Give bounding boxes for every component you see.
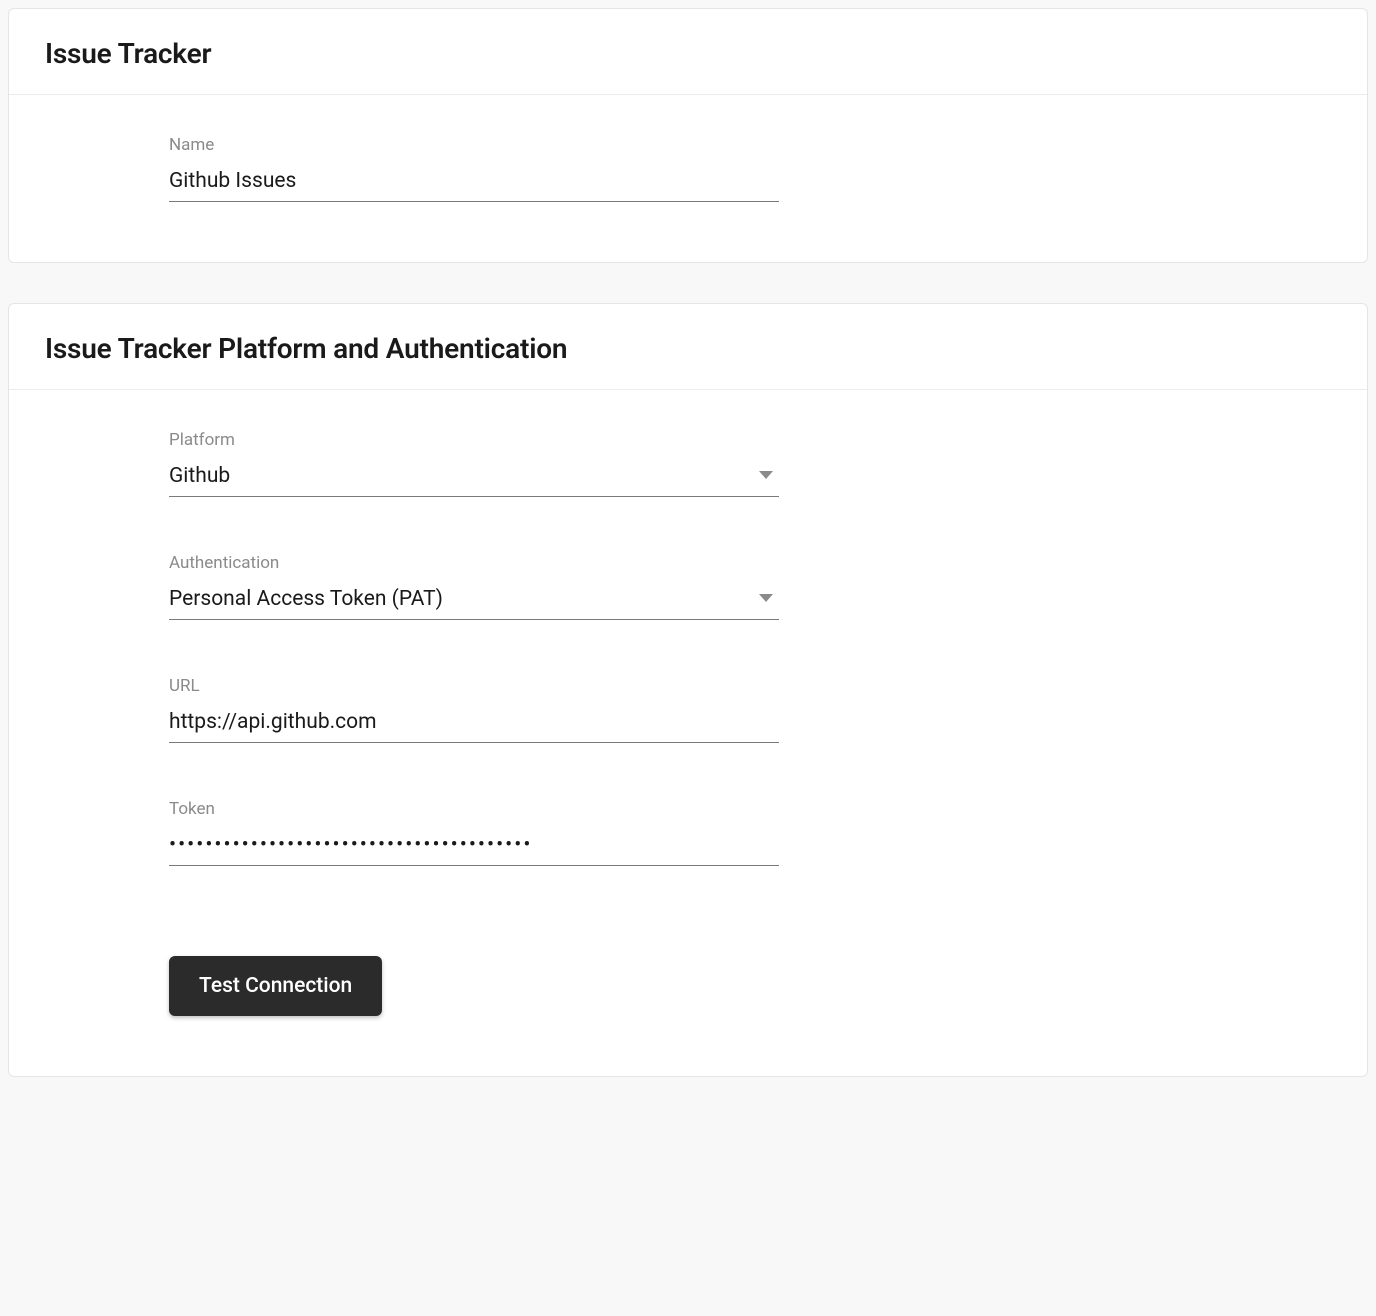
platform-group: Platform Github: [169, 430, 779, 497]
url-label: URL: [169, 676, 779, 696]
authentication-select-wrapper: Personal Access Token (PAT): [169, 583, 779, 620]
url-group: URL: [169, 676, 779, 743]
token-label: Token: [169, 799, 779, 819]
name-group: Name: [169, 135, 779, 202]
card-body: Platform Github Authentication Personal …: [9, 390, 1367, 1076]
token-input[interactable]: [169, 829, 779, 866]
action-row: Test Connection: [169, 956, 1207, 1016]
platform-auth-card: Issue Tracker Platform and Authenticatio…: [8, 303, 1368, 1077]
card-title: Issue Tracker: [45, 37, 1331, 70]
name-input[interactable]: [169, 165, 779, 202]
url-input[interactable]: [169, 706, 779, 743]
issue-tracker-card: Issue Tracker Name: [8, 8, 1368, 263]
card-header: Issue Tracker: [9, 9, 1367, 95]
name-label: Name: [169, 135, 779, 155]
card-header: Issue Tracker Platform and Authenticatio…: [9, 304, 1367, 390]
platform-label: Platform: [169, 430, 779, 450]
test-connection-button[interactable]: Test Connection: [169, 956, 382, 1016]
token-group: Token: [169, 799, 779, 866]
authentication-label: Authentication: [169, 553, 779, 573]
platform-select-wrapper: Github: [169, 460, 779, 497]
platform-select[interactable]: Github: [169, 460, 779, 497]
authentication-select[interactable]: Personal Access Token (PAT): [169, 583, 779, 620]
card-title: Issue Tracker Platform and Authenticatio…: [45, 332, 1331, 365]
card-body: Name: [9, 95, 1367, 262]
authentication-group: Authentication Personal Access Token (PA…: [169, 553, 779, 620]
